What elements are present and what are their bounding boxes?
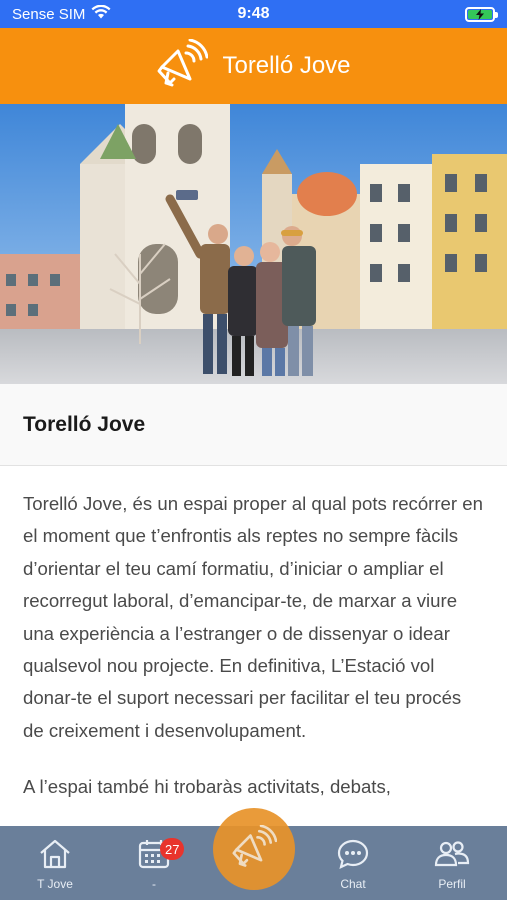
carrier-label: Sense SIM [12,5,86,23]
home-icon [38,838,72,873]
wifi-icon [91,4,111,23]
section-header: Torelló Jove [0,384,507,466]
hero-image [0,104,507,384]
megaphone-icon [156,38,209,94]
status-left: Sense SIM [12,4,111,23]
tab-label: - [152,877,156,891]
content-paragraph: Torelló Jove, és un espai proper al qual… [23,493,483,741]
notification-badge: 27 [160,838,185,860]
tab-t-jove[interactable]: T Jove [10,826,100,900]
tab-label: Perfil [438,877,466,891]
tab-label: T Jove [37,877,73,891]
app-header: Torelló Jove [0,28,507,104]
content-paragraph: A l’espai també hi trobaràs activitats, … [23,776,391,798]
app-title: Torelló Jove [222,52,351,79]
tab-label: Chat [340,877,366,891]
tab-chat[interactable]: Chat [308,826,398,900]
tab-perfil[interactable]: Perfil [407,826,497,900]
charging-bolt-icon [476,8,484,20]
megaphone-icon [231,824,278,874]
tab-calendar[interactable]: - 27 [109,826,199,900]
app-screen: Sense SIM 9:48 Torelló Jove Torelló Jove… [0,0,507,900]
battery-icon [465,6,498,22]
chat-icon [336,838,370,873]
status-time: 9:48 [237,5,270,22]
users-icon [434,838,470,873]
content-body: Torelló Jove, és un espai proper al qual… [0,466,507,826]
status-bar: Sense SIM 9:48 [0,0,507,28]
section-title: Torelló Jove [23,412,146,436]
center-megaphone-button[interactable] [213,808,295,890]
